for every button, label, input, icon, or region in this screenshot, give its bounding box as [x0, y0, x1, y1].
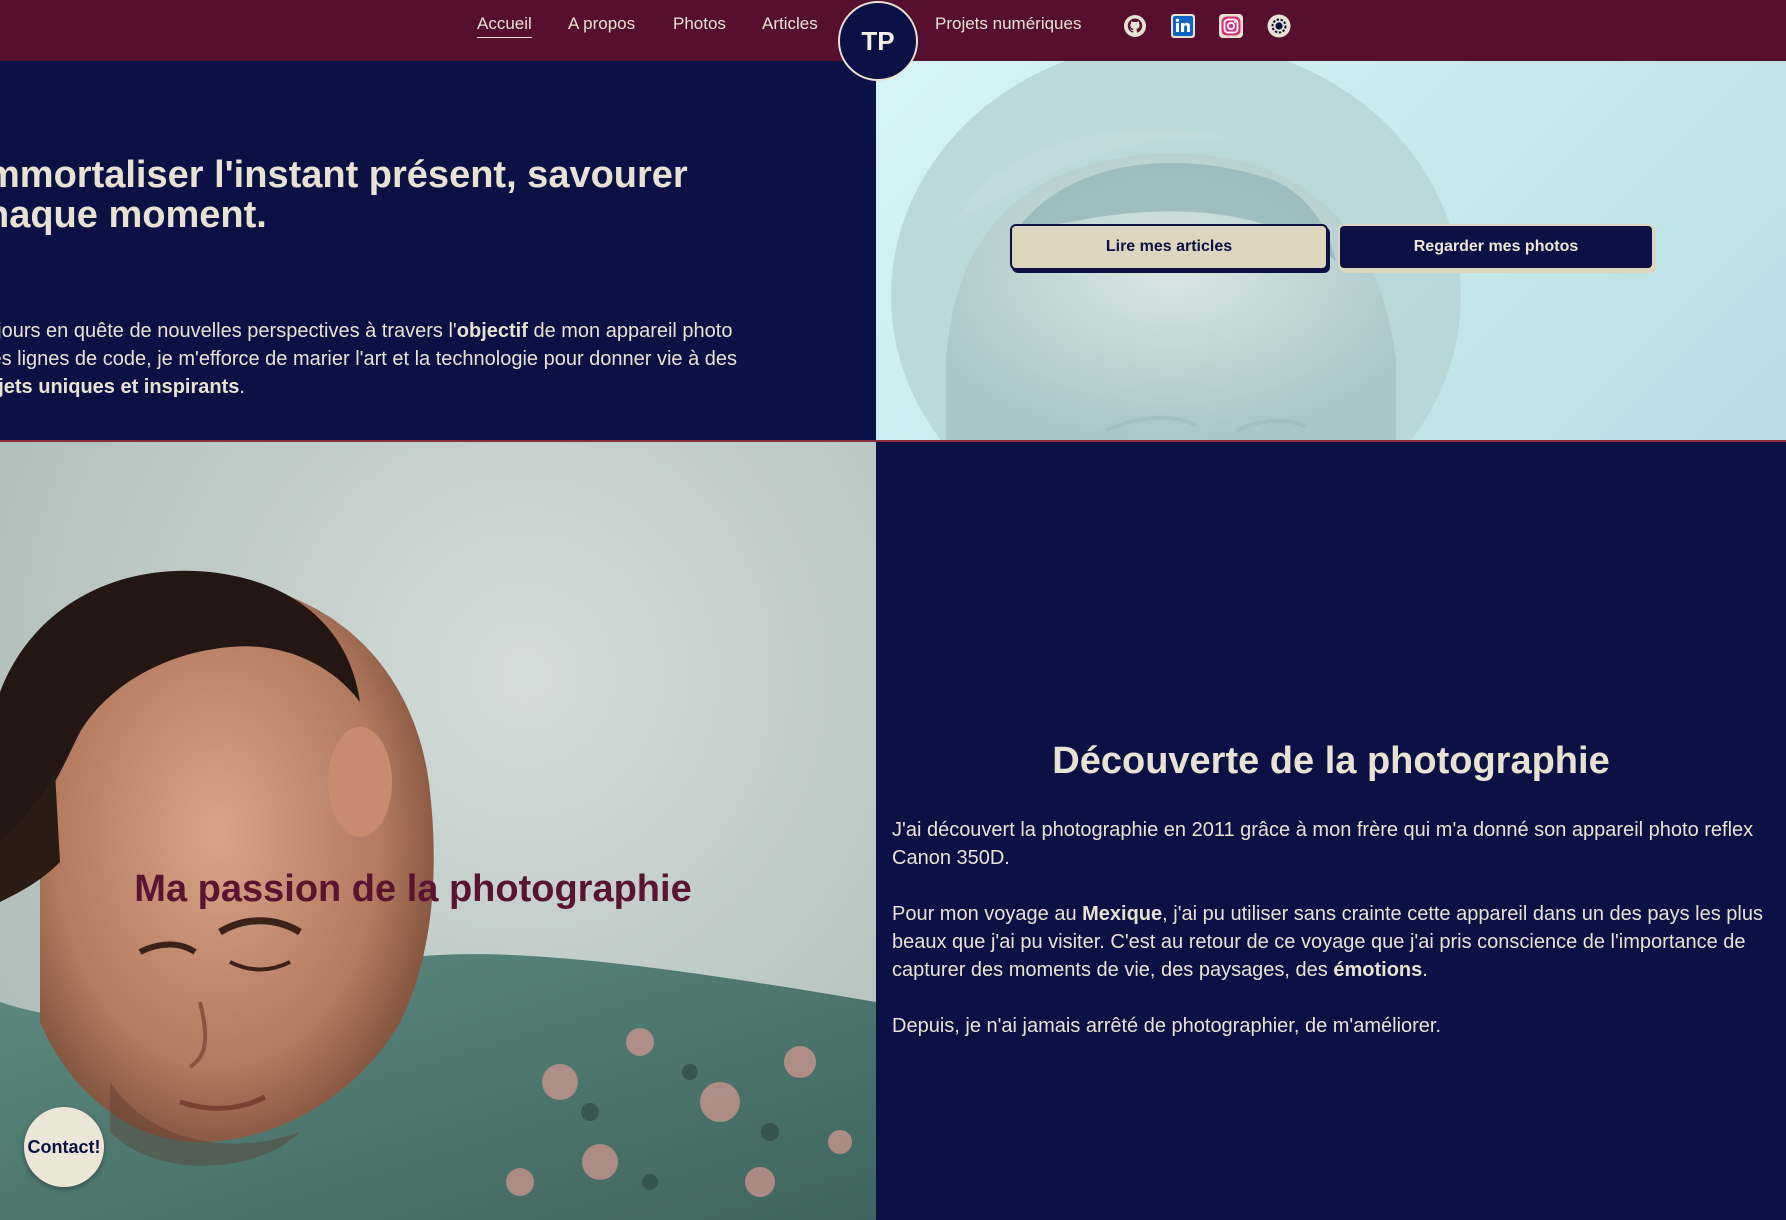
hero-text-line-1-end: de mon appareil photo	[527, 320, 733, 342]
hero-text-line-2: les lignes de code, je m'efforce de mari…	[0, 348, 738, 370]
discovery-paragraph-1: J'ai découvert la photographie en 2011 g…	[892, 819, 1754, 869]
hero-text-bold-projets: ojets uniques et inspirants	[0, 376, 240, 398]
passion-title: Ma passion de la photographie	[134, 868, 692, 910]
discovery-bold-emotions: émotions	[1333, 959, 1423, 981]
hero-title-line-2: haque moment.	[0, 194, 267, 236]
nav-link-accueil[interactable]: Accueil	[477, 12, 532, 38]
discovery-p2-start: Pour mon voyage au	[892, 903, 1083, 925]
nav-link-articles[interactable]: Articles	[762, 12, 818, 38]
passion-photo-section: Ma passion de la photographie	[0, 442, 876, 1220]
linkedin-icon[interactable]	[1170, 13, 1195, 38]
hero-image-panel: Lire mes articles Regarder mes photos	[876, 61, 1786, 440]
contact-button[interactable]: Contact!	[24, 1107, 104, 1187]
discovery-paragraph-2: Pour mon voyage au Mexique, j'ai pu util…	[892, 900, 1772, 984]
github-icon[interactable]	[1122, 13, 1147, 38]
hero-text-bold-objectif: objectif	[456, 320, 528, 342]
instagram-icon[interactable]	[1218, 13, 1243, 38]
hero-title: mmortaliser l'instant présent, savourer …	[0, 155, 846, 235]
discovery-p2-end: .	[1422, 959, 1428, 981]
hero-description: ujours en quête de nouvelles perspective…	[0, 317, 866, 401]
settings-icon[interactable]	[1266, 13, 1291, 38]
portrait-photo	[0, 570, 876, 1220]
read-articles-button[interactable]: Lire mes articles	[1010, 224, 1328, 270]
discovery-title: Découverte de la photographie	[1052, 740, 1610, 782]
site-logo[interactable]: TP	[838, 1, 918, 81]
discovery-bold-mexique: Mexique	[1082, 903, 1163, 925]
hero-intro: mmortaliser l'instant présent, savourer …	[0, 61, 876, 440]
discovery-paragraph-3: Depuis, je n'ai jamais arrêté de photogr…	[892, 1015, 1442, 1037]
view-photos-button[interactable]: Regarder mes photos	[1338, 224, 1654, 270]
discovery-section: Découverte de la photographie J'ai décou…	[876, 442, 1786, 1220]
hero-title-line-1: mmortaliser l'instant présent, savourer	[0, 154, 688, 196]
hero-text-line-1-start: ujours en quête de nouvelles perspective…	[0, 320, 457, 342]
hero-text-line-3-end: .	[239, 376, 245, 398]
nav-link-photos[interactable]: Photos	[673, 12, 726, 38]
nav-link-a-propos[interactable]: A propos	[568, 12, 635, 38]
nav-link-projets-numeriques[interactable]: Projets numériques	[935, 12, 1081, 38]
